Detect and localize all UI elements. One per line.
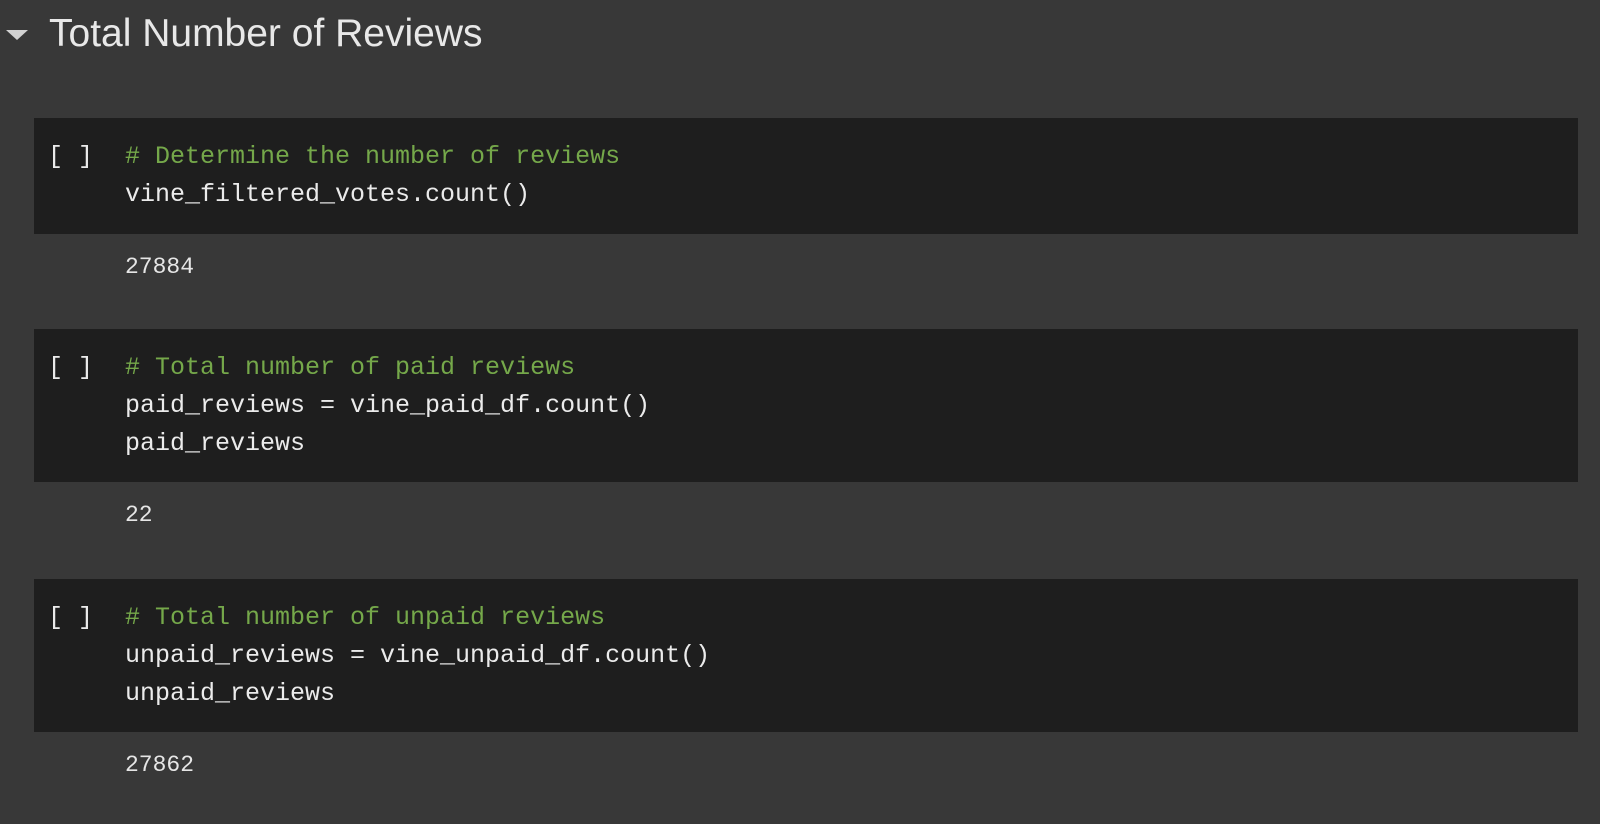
code-line: unpaid_reviews = vine_unpaid_df.count() xyxy=(125,641,711,670)
code-cell[interactable]: [ ] # Total number of paid reviews paid_… xyxy=(34,329,1578,539)
cell-output: 22 xyxy=(125,502,153,528)
run-cell-button[interactable]: [ ] xyxy=(48,349,93,387)
code-line: paid_reviews xyxy=(125,429,306,458)
code-editor[interactable]: [ ] # Total number of paid reviews paid_… xyxy=(34,329,1578,482)
code-comment: # Determine the number of reviews xyxy=(125,142,621,171)
section-header: Total Number of Reviews xyxy=(0,0,1600,72)
code-comment: # Total number of unpaid reviews xyxy=(125,603,606,632)
code-cell[interactable]: [ ] # Determine the number of reviews vi… xyxy=(34,118,1578,294)
code-cell[interactable]: [ ] # Total number of unpaid reviews unp… xyxy=(34,579,1578,789)
code-comment: # Total number of paid reviews xyxy=(125,353,576,382)
cell-output: 27862 xyxy=(125,752,195,778)
code-editor[interactable]: [ ] # Total number of unpaid reviews unp… xyxy=(34,579,1578,732)
run-cell-button[interactable]: [ ] xyxy=(48,599,93,637)
cell-output: 27884 xyxy=(125,254,195,280)
collapse-section-toggle[interactable] xyxy=(2,20,30,48)
code-line: vine_filtered_votes.count() xyxy=(125,180,531,209)
code-line: paid_reviews = vine_paid_df.count() xyxy=(125,391,651,420)
code-line: unpaid_reviews xyxy=(125,679,336,708)
section-title: Total Number of Reviews xyxy=(49,12,483,55)
code-editor[interactable]: [ ] # Determine the number of reviews vi… xyxy=(34,118,1578,234)
run-cell-button[interactable]: [ ] xyxy=(48,138,93,176)
caret-down-icon xyxy=(6,30,28,40)
